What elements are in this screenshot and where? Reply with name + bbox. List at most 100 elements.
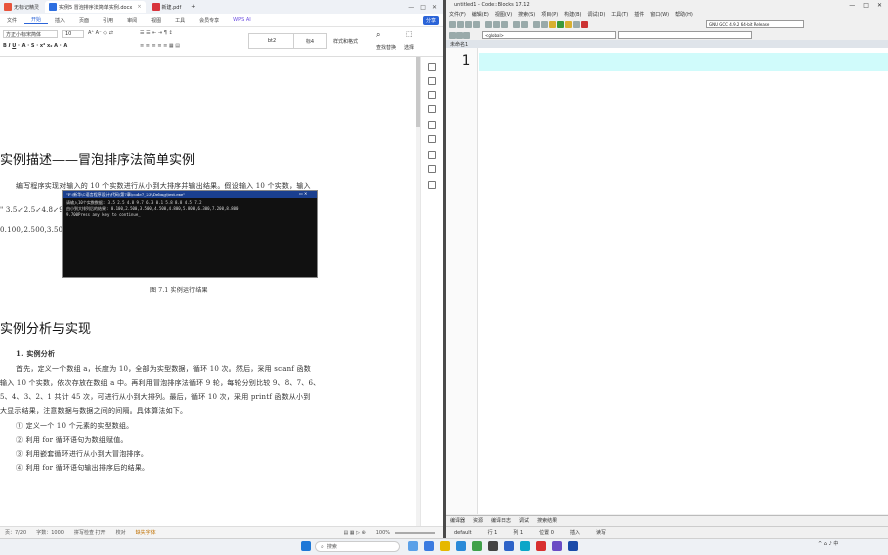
taskbar-search[interactable]: ⌕ 搜索 — [315, 541, 400, 552]
font-grow-buttons[interactable]: A⁺ A⁻ ◇ ⇄ — [88, 30, 113, 36]
style-bt2[interactable]: bt2 — [248, 33, 296, 49]
wps-taskbar-icon[interactable] — [536, 541, 546, 551]
undo-icon[interactable] — [513, 20, 520, 28]
menu-tools[interactable]: 工具 — [168, 17, 192, 24]
view-buttons[interactable]: ▤ ▦ ▷ ⊕ — [338, 530, 370, 536]
help-icon[interactable] — [428, 165, 436, 173]
select-icon[interactable]: ⬚ — [406, 30, 413, 38]
editor-file-tab[interactable]: 未命名1 — [446, 40, 888, 48]
word-count[interactable]: 字数：1000 — [31, 529, 69, 536]
menu-insert[interactable]: 插入 — [48, 17, 72, 24]
maximize-icon[interactable]: □ — [420, 4, 426, 11]
settings-icon[interactable] — [428, 181, 436, 189]
find-icon[interactable] — [533, 20, 540, 28]
build-target-select[interactable]: GNU GCC 4.9.2 64-bit Release — [706, 20, 804, 28]
rebuild-icon[interactable] — [573, 20, 580, 28]
new-file-icon[interactable] — [449, 20, 456, 28]
build-icon[interactable] — [549, 20, 556, 28]
shape-icon[interactable] — [428, 135, 436, 143]
redo-icon[interactable] — [521, 20, 528, 28]
styles-button[interactable]: 样式和格式 — [333, 38, 358, 45]
log-tab-search[interactable]: 搜索结果 — [533, 517, 561, 524]
replace-icon[interactable] — [541, 20, 548, 28]
menu-view[interactable]: 视图 — [144, 17, 168, 24]
menu-reference[interactable]: 引用 — [96, 17, 120, 24]
app-icon[interactable] — [504, 541, 514, 551]
start-icon[interactable] — [301, 541, 311, 551]
menu-tools[interactable]: 工具(T) — [608, 11, 631, 18]
open-icon[interactable] — [457, 20, 464, 28]
zoom-slider[interactable] — [395, 531, 435, 534]
select-icon[interactable] — [428, 91, 436, 99]
save-all-icon[interactable] — [473, 20, 480, 28]
save-icon[interactable] — [465, 20, 472, 28]
zoom-level[interactable]: 100% — [371, 530, 395, 536]
app-icon[interactable] — [424, 541, 434, 551]
share-button[interactable]: 分享 — [422, 15, 439, 25]
font-size-select[interactable]: 10 — [62, 30, 84, 38]
cut-icon[interactable] — [485, 20, 492, 28]
copy-icon[interactable] — [493, 20, 500, 28]
image-icon[interactable] — [428, 151, 436, 159]
menu-page[interactable]: 页面 — [72, 17, 96, 24]
menu-edit[interactable]: 编辑(E) — [469, 11, 492, 18]
menu-window[interactable]: 窗口(W) — [647, 11, 672, 18]
menu-view[interactable]: 视图(V) — [492, 11, 515, 18]
app-icon[interactable] — [568, 541, 578, 551]
tab-doc[interactable]: 实例5 冒泡排序法简单实例.docx × — [45, 1, 146, 13]
paste-icon[interactable] — [501, 20, 508, 28]
abort-icon[interactable] — [581, 20, 588, 28]
log-tab-build-log[interactable]: 编译日志 — [487, 517, 515, 524]
minimize-icon[interactable]: — — [849, 2, 855, 9]
font-name-select[interactable]: 方正小标宋简体 — [3, 30, 58, 38]
new-tab-button[interactable]: + — [187, 1, 199, 13]
log-tab-compiler[interactable]: 编译器 — [446, 517, 469, 524]
edge-icon[interactable] — [456, 541, 466, 551]
file-explorer-icon[interactable] — [440, 541, 450, 551]
menu-file[interactable]: 文件 — [0, 17, 24, 24]
code-editor[interactable]: 1 — [446, 48, 888, 514]
app-icon[interactable] — [520, 541, 530, 551]
log-tab-debugger[interactable]: 调试 — [515, 517, 533, 524]
function-select[interactable] — [618, 31, 752, 39]
missing-font-warning[interactable]: 缺失字体 — [131, 529, 161, 536]
app-icon[interactable] — [552, 541, 562, 551]
paragraph-buttons[interactable]: ☰ ☰ ⇤ ⇥ ¶ ↕ — [140, 30, 173, 36]
run-icon[interactable] — [557, 20, 564, 28]
task-view-icon[interactable] — [408, 541, 418, 551]
menu-plugins[interactable]: 插件 — [631, 11, 647, 18]
log-tab-resources[interactable]: 资源 — [469, 517, 487, 524]
close-tab-icon[interactable]: × — [137, 4, 141, 10]
menu-build[interactable]: 构建(B) — [561, 11, 584, 18]
format-buttons[interactable]: B I U · A · S · x² x₂ A · A — [3, 43, 67, 49]
edit-icon[interactable] — [428, 77, 436, 85]
search-icon[interactable]: ⌕ — [376, 30, 380, 40]
ime-indicator[interactable]: 中 — [833, 541, 838, 547]
proofread[interactable]: 校对 — [111, 529, 131, 536]
menu-review[interactable]: 审阅 — [120, 17, 144, 24]
build-run-icon[interactable] — [565, 20, 572, 28]
menu-wps-ai[interactable]: WPS AI — [226, 17, 258, 23]
panel-icon[interactable] — [428, 63, 436, 71]
jump-forward-icon[interactable] — [456, 31, 463, 39]
jump-back-icon[interactable] — [449, 31, 456, 39]
tab-pdf[interactable]: 新建.pdf — [148, 1, 186, 13]
menu-home[interactable]: 开始 — [24, 16, 49, 24]
bookmark-icon[interactable] — [463, 31, 470, 39]
format-painter-icon[interactable] — [428, 105, 436, 113]
tab-home[interactable]: 无标记精灵 — [0, 1, 43, 13]
menu-project[interactable]: 项目(P) — [538, 11, 561, 18]
menu-member[interactable]: 会员专享 — [192, 17, 226, 24]
app-icon[interactable] — [488, 541, 498, 551]
maximize-icon[interactable]: □ — [863, 2, 869, 9]
align-buttons[interactable]: ≡ ≡ ≡ ≡ ≡ ▦ ▤ — [140, 43, 180, 49]
close-icon[interactable]: ✕ — [432, 4, 437, 11]
style-heading4[interactable]: 标4 — [293, 33, 327, 49]
spell-check[interactable]: 拼写检查 打开 — [69, 529, 111, 536]
page-indicator[interactable]: 页：7/20 — [0, 529, 31, 536]
minimize-icon[interactable]: — — [408, 4, 414, 11]
close-icon[interactable]: ✕ — [877, 2, 882, 9]
menu-file[interactable]: 文件(F) — [446, 11, 469, 18]
select-button[interactable]: 选择 — [404, 44, 414, 51]
system-tray[interactable]: ^ ⌂ ♪ 中 — [818, 540, 838, 547]
